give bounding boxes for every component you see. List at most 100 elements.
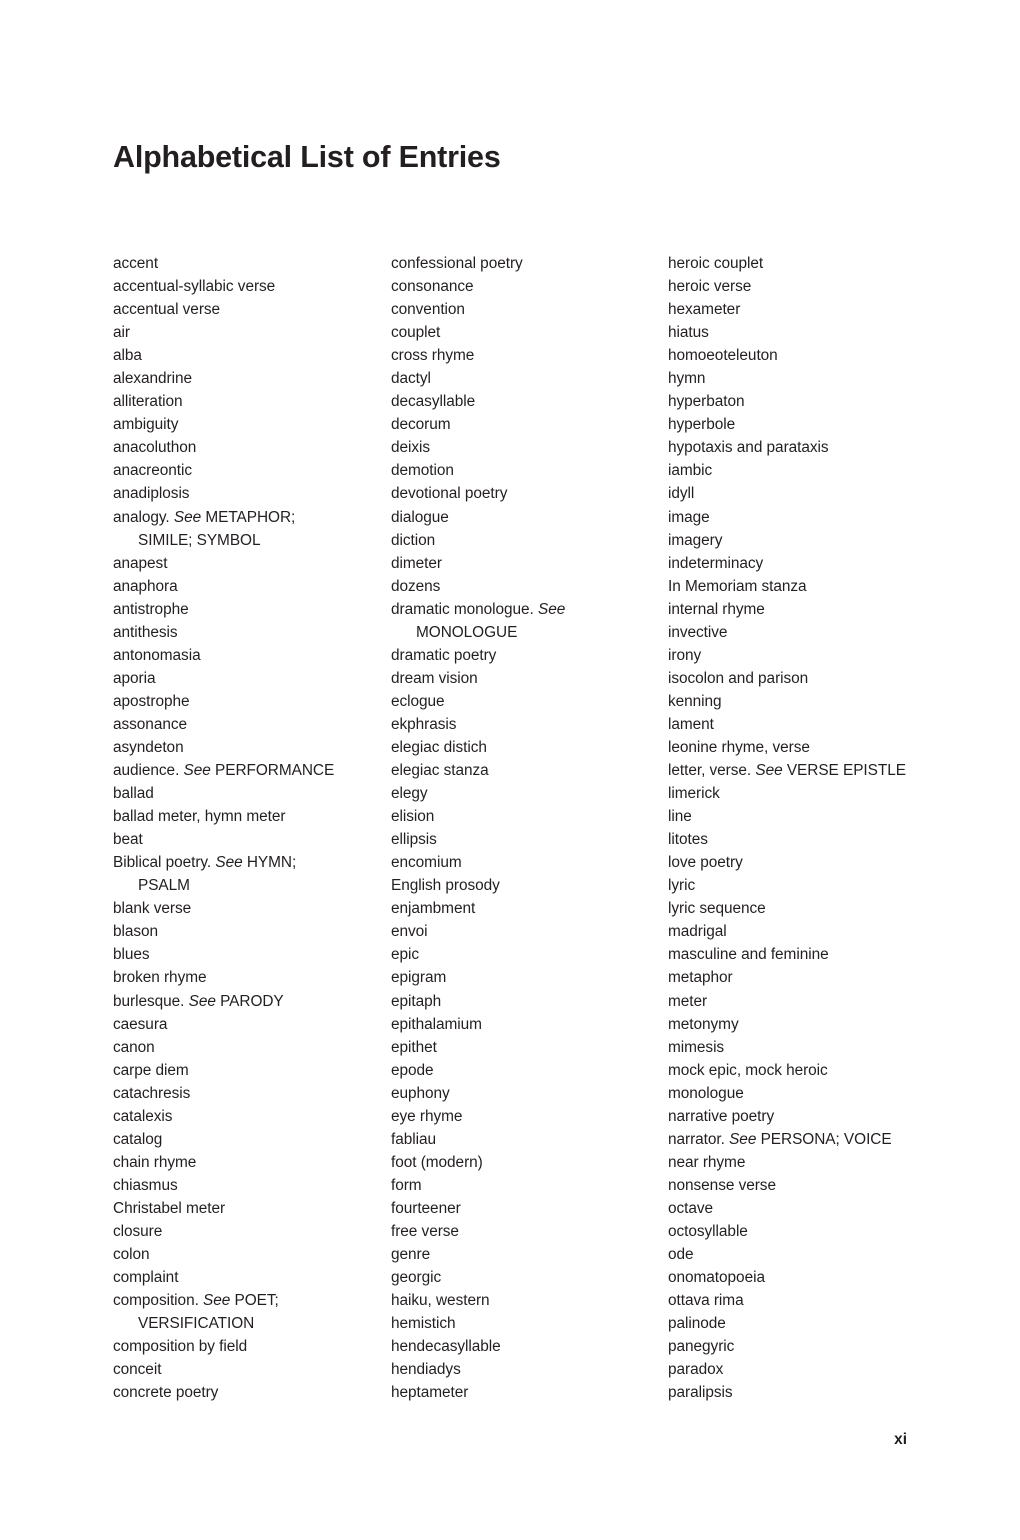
entry-term: alexandrine — [113, 370, 193, 388]
entry-item: haiku, western — [391, 1289, 668, 1312]
entry-term: form — [391, 1176, 422, 1194]
entry-item: couplet — [391, 321, 668, 344]
entry-item: dactyl — [391, 367, 668, 390]
entry-term: demotion — [391, 462, 454, 480]
document-page: Alphabetical List of Entries accent accen… — [0, 0, 1020, 1540]
cross-reference: METAPHOR; — [201, 508, 296, 526]
entry-term: lyric — [668, 877, 696, 895]
see-label: See — [755, 762, 783, 780]
entry-term: octosyllable — [668, 1222, 748, 1240]
cross-reference: HYMN; — [242, 854, 297, 872]
entry-term: couplet — [391, 324, 441, 342]
entry-term: limerick — [668, 785, 720, 803]
entry-term: diction — [391, 531, 436, 549]
entry-item: metaphor — [668, 966, 923, 989]
entry-term: chain rhyme — [113, 1153, 197, 1171]
entry-term: invective — [668, 623, 728, 641]
entry-item: epitaph — [391, 990, 668, 1013]
entry-item: elegy — [391, 782, 668, 805]
see-label: See — [538, 600, 566, 618]
entry-item: invective — [668, 621, 923, 644]
entry-term: composition. — [113, 1292, 204, 1310]
entry-term: narrator. — [668, 1130, 730, 1148]
entry-term: hyperbaton — [668, 393, 745, 411]
entry-item: aporia — [113, 667, 391, 690]
entry-item: blues — [113, 943, 391, 966]
entry-term: epithalamium — [391, 1015, 482, 1033]
entry-term: lyric sequence — [668, 900, 766, 918]
entry-term: consonance — [391, 278, 474, 296]
entry-item: panegyric — [668, 1335, 923, 1358]
entry-item: octave — [668, 1197, 923, 1220]
entry-item: envoi — [391, 920, 668, 943]
entry-term: apostrophe — [113, 692, 190, 710]
entry-term: foot (modern) — [391, 1153, 483, 1171]
entry-term: eclogue — [391, 692, 445, 710]
entry-item: catalog — [113, 1128, 391, 1151]
entry-term: English prosody — [391, 877, 500, 895]
entry-term: analogy. — [113, 508, 174, 526]
entry-item: colon — [113, 1243, 391, 1266]
entry-item: air — [113, 321, 391, 344]
entry-item: ottava rima — [668, 1289, 923, 1312]
entry-item: dramatic poetry — [391, 644, 668, 667]
entry-term: decasyllable — [391, 393, 476, 411]
entry-term: convention — [391, 301, 465, 319]
entry-item: near rhyme — [668, 1151, 923, 1174]
entry-columns: accent accentual-syllabic verse accentual … — [113, 252, 923, 1404]
entry-item: demotion — [391, 459, 668, 482]
entry-item: accent — [113, 252, 391, 275]
entry-item: composition. See POET; — [113, 1289, 391, 1312]
entry-term: In Memoriam stanza — [668, 577, 807, 595]
entry-term: dimeter — [391, 554, 442, 572]
entry-term: dramatic monologue. — [391, 600, 538, 618]
entry-term: georgic — [391, 1269, 442, 1287]
entry-item: asyndeton — [113, 736, 391, 759]
entry-term: line — [668, 808, 692, 826]
entry-term: alliteration — [113, 393, 183, 411]
entry-item: anadiplosis — [113, 482, 391, 505]
entry-item: burlesque. See PARODY — [113, 990, 391, 1013]
entry-term: complaint — [113, 1269, 179, 1287]
entry-item: composition by field — [113, 1335, 391, 1358]
entry-term: heroic verse — [668, 278, 752, 296]
entry-item: chain rhyme — [113, 1151, 391, 1174]
entry-item: apostrophe — [113, 690, 391, 713]
entry-term: antonomasia — [113, 646, 201, 664]
entry-term: heptameter — [391, 1384, 469, 1402]
entry-term: imagery — [668, 531, 723, 549]
entry-item: paradox — [668, 1358, 923, 1381]
entry-item: eye rhyme — [391, 1105, 668, 1128]
entry-item: cross rhyme — [391, 344, 668, 367]
entry-item: masculine and feminine — [668, 943, 923, 966]
entry-item: lyric — [668, 874, 923, 897]
entry-term: hymn — [668, 370, 706, 388]
entry-item: hendiadys — [391, 1358, 668, 1381]
entry-item: enjambment — [391, 897, 668, 920]
entry-item: onomatopoeia — [668, 1266, 923, 1289]
entry-item: hendecasyllable — [391, 1335, 668, 1358]
entry-term: devotional poetry — [391, 485, 508, 503]
entry-term: octave — [668, 1199, 714, 1217]
entry-term: narrative poetry — [668, 1107, 775, 1125]
entry-term: caesura — [113, 1015, 168, 1033]
entry-item: blank verse — [113, 897, 391, 920]
entry-item: leonine rhyme, verse — [668, 736, 923, 759]
entry-item: imagery — [668, 529, 923, 552]
cross-reference-continuation: MONOLOGUE — [416, 623, 518, 641]
entry-term: heroic couplet — [668, 255, 764, 272]
entry-term: dozens — [391, 577, 441, 595]
entry-item: broken rhyme — [113, 966, 391, 989]
entry-item: paralipsis — [668, 1381, 923, 1404]
entry-item: heroic verse — [668, 275, 923, 298]
entry-item: indeterminacy — [668, 552, 923, 575]
entry-item: Biblical poetry. See HYMN; — [113, 851, 391, 874]
entry-term: lament — [668, 715, 714, 733]
entry-item: chiasmus — [113, 1174, 391, 1197]
entry-term: accentual-syllabic verse — [113, 278, 276, 296]
cross-reference: PARODY — [215, 992, 284, 1010]
entry-term: elegy — [391, 785, 428, 803]
cross-reference-continuation: VERSIFICATION — [138, 1315, 255, 1333]
entry-item: catalexis — [113, 1105, 391, 1128]
entry-item: hexameter — [668, 298, 923, 321]
